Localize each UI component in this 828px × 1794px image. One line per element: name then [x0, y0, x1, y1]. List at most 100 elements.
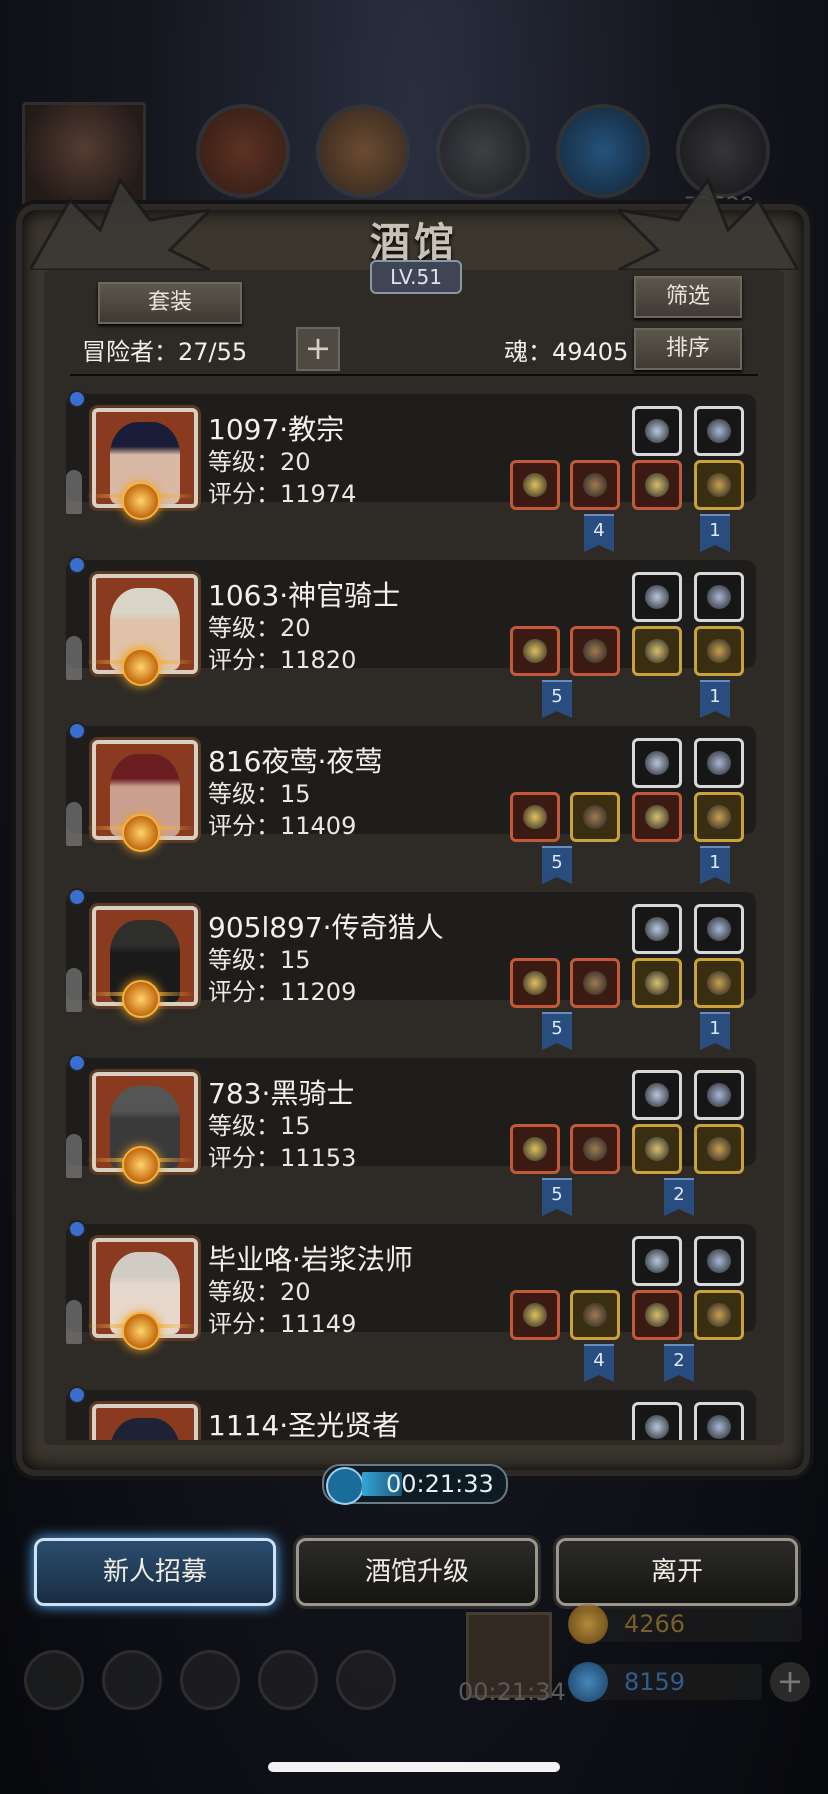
- add-adventurer-slot-button[interactable]: +: [296, 327, 340, 371]
- ring-slot-icon[interactable]: [632, 1402, 682, 1440]
- item-gem: [645, 1083, 669, 1107]
- hero-card[interactable]: 1097·教宗 等级：20 评分：11974 4 1: [66, 390, 756, 552]
- hero-score: 评分：11409: [208, 812, 357, 840]
- hero-avatar[interactable]: [92, 1404, 198, 1440]
- rank-ribbon-right: 1: [700, 846, 730, 884]
- item-gem: [645, 419, 669, 443]
- hero-card[interactable]: 1063·神官骑士 等级：20 评分：11820 5 1: [66, 556, 756, 718]
- armor-slot-icon[interactable]: [570, 460, 620, 510]
- hero-score: 评分：11209: [208, 978, 357, 1006]
- weapon-slot-icon[interactable]: [510, 792, 560, 842]
- weapon-slot-icon[interactable]: [510, 460, 560, 510]
- necklace-slot-icon[interactable]: [694, 1236, 744, 1286]
- helmet-slot-icon[interactable]: [632, 958, 682, 1008]
- helmet-slot-icon[interactable]: [632, 626, 682, 676]
- castle-icon[interactable]: [180, 1650, 240, 1710]
- rank-emblem-icon: [122, 980, 160, 1018]
- hero-score: 评分：11974: [208, 480, 357, 508]
- accessory-slot-icon[interactable]: [694, 1124, 744, 1174]
- weapon-slot-icon[interactable]: [510, 626, 560, 676]
- necklace-slot-icon[interactable]: [694, 1402, 744, 1440]
- upgrade-tavern-button[interactable]: 酒馆升级: [296, 1538, 538, 1606]
- helmet-slot-icon[interactable]: [632, 1290, 682, 1340]
- helmet-slot-icon[interactable]: [632, 1124, 682, 1174]
- rank-ribbon-left: 5: [542, 680, 572, 718]
- ring-slot-icon[interactable]: [632, 1236, 682, 1286]
- hero-card[interactable]: 816夜莺·夜莺 等级：15 评分：11409 5 1: [66, 722, 756, 884]
- armor-slot-icon[interactable]: [570, 958, 620, 1008]
- item-gem: [707, 1303, 731, 1327]
- hero-status-dot: [68, 1220, 86, 1238]
- armor-slot-icon[interactable]: [570, 1290, 620, 1340]
- ring-slot-icon[interactable]: [632, 1070, 682, 1120]
- hero-face: [110, 1418, 180, 1440]
- guild-icon[interactable]: [336, 1650, 396, 1710]
- item-gem: [707, 419, 731, 443]
- hero-card[interactable]: 1114·圣光贤者: [66, 1386, 756, 1440]
- necklace-slot-icon[interactable]: [694, 406, 744, 456]
- rank-ribbon-right: 1: [700, 680, 730, 718]
- recruit-button[interactable]: 新人招募: [34, 1538, 276, 1606]
- rank-ribbon-left: 4: [584, 1344, 614, 1382]
- ring-slot-icon[interactable]: [632, 572, 682, 622]
- hero-status-dot: [68, 888, 86, 906]
- item-gem: [583, 1137, 607, 1161]
- gold-bar: 4266: [568, 1604, 802, 1644]
- ring-slot-icon[interactable]: [632, 904, 682, 954]
- weapon-slot-icon[interactable]: [510, 958, 560, 1008]
- hero-silhouette-icon: [66, 470, 82, 514]
- item-gem: [583, 805, 607, 829]
- accessory-slot-icon[interactable]: [694, 958, 744, 1008]
- ring-slot-icon[interactable]: [632, 738, 682, 788]
- armor-slot-icon[interactable]: [570, 1124, 620, 1174]
- settings-icon[interactable]: [24, 1650, 84, 1710]
- recruit-timer: 00:21:33: [322, 1464, 508, 1505]
- hero-card[interactable]: 毕业咯·岩浆法师 等级：20 评分：11149 4 2: [66, 1220, 756, 1382]
- iron-resource-icon[interactable]: [436, 104, 530, 198]
- mail-icon[interactable]: [258, 1650, 318, 1710]
- accessory-slot-icon[interactable]: [694, 792, 744, 842]
- gem-amount: 8159: [624, 1668, 686, 1696]
- item-gem: [707, 585, 731, 609]
- rank-emblem-icon: [122, 1312, 160, 1350]
- armor-slot-icon[interactable]: [570, 792, 620, 842]
- hero-status-dot: [68, 556, 86, 574]
- hero-card[interactable]: 783·黑骑士 等级：15 评分：11153 5 2: [66, 1054, 756, 1216]
- helmet-slot-icon[interactable]: [632, 792, 682, 842]
- item-gem: [523, 1303, 547, 1327]
- accessory-slot-icon[interactable]: [694, 460, 744, 510]
- armor-slot-icon[interactable]: [570, 626, 620, 676]
- item-gem: [645, 805, 669, 829]
- hero-list[interactable]: 1097·教宗 等级：20 评分：11974 4 1 1063·神官骑士 等级：20 评分：1…: [66, 390, 764, 1440]
- hero-card[interactable]: 905l897·传奇猎人 等级：15 评分：11209 5 1: [66, 888, 756, 1050]
- wood-resource-icon[interactable]: [316, 104, 410, 198]
- accessory-slot-icon[interactable]: [694, 1290, 744, 1340]
- hero-status-dot: [68, 722, 86, 740]
- accessory-slot-icon[interactable]: [694, 626, 744, 676]
- weapon-slot-icon[interactable]: [510, 1290, 560, 1340]
- necklace-slot-icon[interactable]: [694, 1070, 744, 1120]
- hero-silhouette-icon: [66, 968, 82, 1012]
- sort-button[interactable]: 排序: [634, 328, 742, 370]
- set-button[interactable]: 套装: [98, 282, 242, 324]
- item-gem: [645, 1415, 669, 1439]
- rank-emblem-icon: [122, 482, 160, 520]
- helmet-slot-icon[interactable]: [632, 460, 682, 510]
- gold-amount: 4266: [624, 1610, 686, 1638]
- filter-button[interactable]: 筛选: [634, 276, 742, 318]
- hero-icon[interactable]: [102, 1650, 162, 1710]
- weapon-slot-icon[interactable]: [510, 1124, 560, 1174]
- necklace-slot-icon[interactable]: [694, 572, 744, 622]
- necklace-slot-icon[interactable]: [694, 904, 744, 954]
- hero-status-dot: [68, 1054, 86, 1072]
- hero-status-dot: [68, 390, 86, 408]
- add-currency-button[interactable]: +: [770, 1662, 810, 1702]
- ring-slot-icon[interactable]: [632, 406, 682, 456]
- home-indicator[interactable]: [268, 1762, 560, 1772]
- leave-button[interactable]: 离开: [556, 1538, 798, 1606]
- header-divider: [70, 374, 758, 376]
- meat-resource-icon[interactable]: [196, 104, 290, 198]
- rank-emblem-icon: [122, 1146, 160, 1184]
- gold-icon: [568, 1604, 608, 1644]
- necklace-slot-icon[interactable]: [694, 738, 744, 788]
